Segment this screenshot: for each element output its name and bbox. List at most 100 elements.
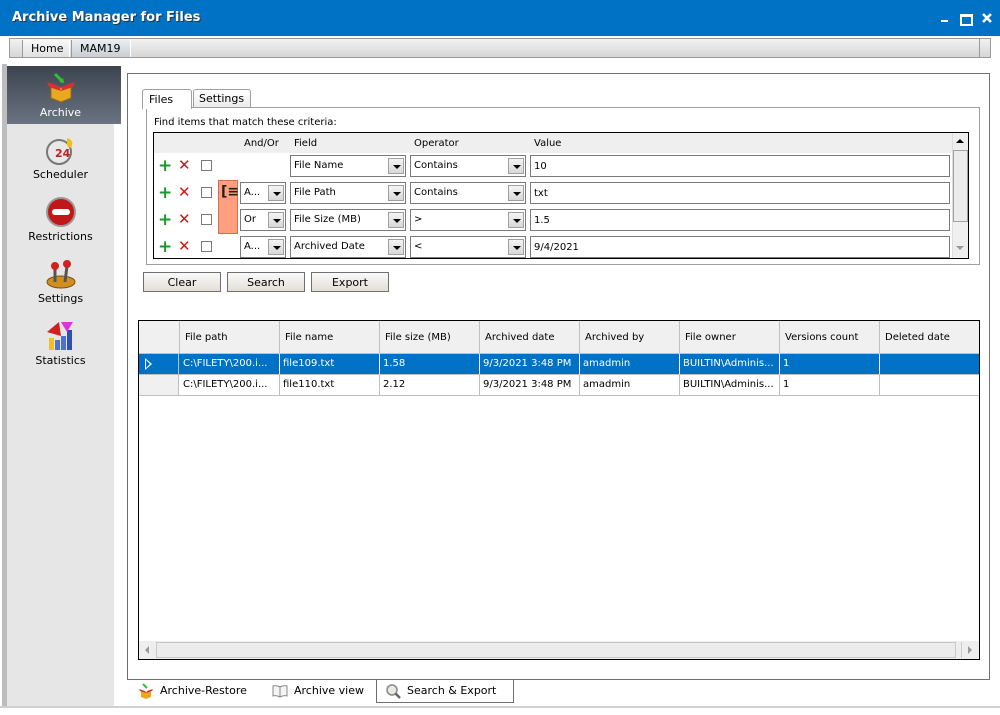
remove-criteria-icon[interactable]: ✕ [178, 156, 191, 174]
scroll-down-icon[interactable] [953, 241, 968, 256]
scroll-left-icon[interactable] [140, 642, 156, 658]
maximize-button[interactable] [957, 10, 973, 26]
field-select[interactable]: File Name [290, 155, 406, 177]
cell-file-name: file109.txt [280, 354, 380, 374]
sidebar-item-settings[interactable]: Settings [7, 252, 121, 312]
column-header-file-size[interactable]: File size (MB) [380, 321, 480, 354]
breadcrumb-mam19[interactable]: MAM19 [71, 40, 131, 57]
sidebar-item-label: Restrictions [28, 230, 93, 243]
minimize-button[interactable] [937, 10, 953, 26]
cell-archived-date: 9/3/2021 3:48 PM [480, 354, 580, 374]
chevron-down-icon[interactable] [268, 212, 284, 228]
operator-select[interactable]: Contains [410, 155, 526, 177]
chevron-down-icon[interactable] [508, 158, 524, 174]
cell-file-name: file110.txt [280, 375, 380, 395]
remove-criteria-icon[interactable]: ✕ [178, 183, 191, 201]
andor-value: A... [244, 241, 261, 252]
scroll-right-icon[interactable] [961, 642, 977, 658]
remove-criteria-icon[interactable]: ✕ [178, 210, 191, 228]
results-header: File path File name File size (MB) Archi… [139, 321, 979, 354]
criteria-checkbox[interactable] [201, 241, 212, 252]
andor-value: A... [244, 187, 261, 198]
operator-select[interactable]: Contains [410, 182, 526, 204]
tab-search-export[interactable]: Search & Export [376, 680, 514, 703]
column-header-file-path[interactable]: File path [180, 321, 280, 354]
criteria-checkbox[interactable] [201, 214, 212, 225]
remove-criteria-icon[interactable]: ✕ [178, 237, 191, 255]
chevron-down-icon[interactable] [388, 239, 404, 255]
scroll-thumb[interactable] [156, 642, 956, 658]
cell-file-size: 2.12 [380, 375, 480, 395]
column-header-versions-count[interactable]: Versions count [780, 321, 880, 354]
andor-select[interactable]: A... [240, 182, 286, 204]
archive-box-icon [47, 72, 75, 103]
value-input[interactable] [530, 236, 950, 258]
chevron-down-icon[interactable] [388, 212, 404, 228]
breadcrumb-home[interactable]: Home [22, 40, 70, 57]
operator-value: Contains [414, 160, 458, 171]
andor-select[interactable]: A... [240, 236, 286, 258]
chevron-down-icon[interactable] [388, 185, 404, 201]
column-header-file-name[interactable]: File name [280, 321, 380, 354]
results-horizontal-scrollbar[interactable] [139, 641, 979, 659]
tab-settings[interactable]: Settings [193, 89, 251, 107]
chevron-down-icon[interactable] [268, 239, 284, 255]
operator-select[interactable]: < [410, 236, 526, 258]
search-button[interactable]: Search [227, 272, 305, 292]
operator-value: Contains [414, 187, 458, 198]
row-indicator [139, 354, 179, 374]
field-select[interactable]: File Path [290, 182, 406, 204]
chevron-down-icon[interactable] [388, 158, 404, 174]
joystick-icon [46, 260, 76, 289]
svg-text:24: 24 [55, 147, 71, 160]
field-select[interactable]: Archived Date [290, 236, 406, 258]
results-grid: File path File name File size (MB) Archi… [138, 320, 980, 660]
value-input[interactable] [530, 209, 950, 231]
close-button[interactable] [979, 10, 995, 26]
chevron-down-icon[interactable] [508, 212, 524, 228]
add-criteria-icon[interactable]: + [158, 237, 172, 257]
cell-file-owner: BUILTIN\Adminis... [680, 375, 780, 395]
criteria-scrollbar[interactable] [952, 133, 968, 258]
tab-label: Archive view [294, 684, 364, 697]
andor-select[interactable]: Or [240, 209, 286, 231]
chevron-down-icon[interactable] [268, 185, 284, 201]
scroll-up-icon[interactable] [953, 134, 968, 149]
column-header-operator: Operator [414, 138, 459, 149]
sidebar-item-statistics[interactable]: Statistics [7, 314, 121, 374]
export-button[interactable]: Export [311, 272, 389, 292]
tab-files[interactable]: Files [142, 89, 192, 109]
criteria-checkbox[interactable] [201, 160, 212, 171]
statistics-chart-icon [47, 322, 73, 350]
sidebar-item-scheduler[interactable]: 24 Scheduler [7, 128, 121, 188]
row-indicator [139, 375, 179, 395]
chevron-down-icon[interactable] [508, 239, 524, 255]
table-row[interactable]: C:\FILETY\200.i... file109.txt 1.58 9/3/… [139, 354, 979, 375]
column-header-file-owner[interactable]: File owner [680, 321, 780, 354]
chevron-down-icon[interactable] [508, 185, 524, 201]
add-criteria-icon[interactable]: + [158, 156, 172, 176]
cell-versions-count: 1 [780, 375, 880, 395]
column-header-archived-date[interactable]: Archived date [480, 321, 580, 354]
criteria-row: + ✕ File Name Contains [154, 153, 954, 180]
criteria-group-marker[interactable]: [≡ [218, 180, 239, 234]
window-title: Archive Manager for Files [12, 10, 201, 25]
scroll-thumb[interactable] [953, 150, 968, 222]
add-criteria-icon[interactable]: + [158, 210, 172, 230]
sidebar-item-restrictions[interactable]: Restrictions [7, 190, 121, 250]
tab-archive-view[interactable]: Archive view [264, 680, 370, 703]
column-header-archived-by[interactable]: Archived by [580, 321, 680, 354]
value-input[interactable] [530, 182, 950, 204]
sidebar-item-archive[interactable]: Archive [7, 66, 121, 124]
value-input[interactable] [530, 155, 950, 177]
operator-select[interactable]: > [410, 209, 526, 231]
add-criteria-icon[interactable]: + [158, 183, 172, 203]
field-select[interactable]: File Size (MB) [290, 209, 406, 231]
column-header-deleted-date[interactable]: Deleted date [880, 321, 979, 354]
clear-button[interactable]: Clear [143, 272, 221, 292]
criteria-checkbox[interactable] [201, 187, 212, 198]
column-header-value: Value [534, 138, 562, 149]
table-row[interactable]: C:\FILETY\200.i... file110.txt 2.12 9/3/… [139, 375, 979, 396]
tab-archive-restore[interactable]: Archive-Restore [130, 680, 253, 703]
close-icon [982, 13, 992, 23]
